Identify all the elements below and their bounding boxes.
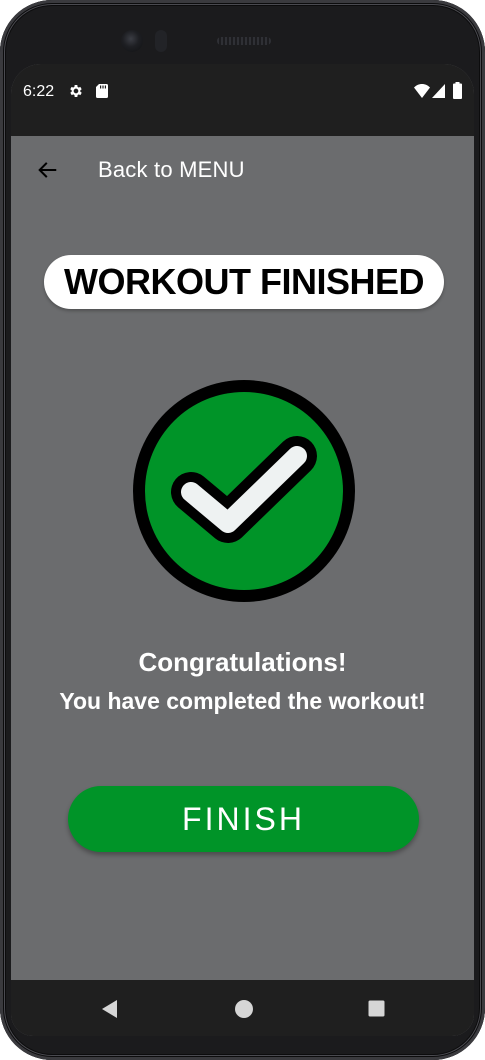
title-badge: WORKOUT FINISHED	[44, 255, 444, 309]
app-bar: Back to MENU	[11, 136, 474, 202]
earpiece-speaker	[217, 37, 271, 45]
proximity-sensor	[155, 30, 167, 52]
nav-home-icon[interactable]	[234, 999, 254, 1019]
nav-recents-icon[interactable]	[368, 1000, 385, 1017]
completion-message: You have completed the workout!	[59, 688, 426, 714]
back-button[interactable]	[29, 152, 65, 188]
sd-card-icon	[96, 84, 108, 98]
arrow-back-icon	[38, 162, 57, 178]
wifi-icon	[414, 84, 430, 98]
gear-icon	[70, 85, 82, 97]
signal-icon	[432, 84, 445, 98]
nav-back-icon[interactable]	[99, 998, 121, 1020]
status-bar: 6:22	[11, 64, 474, 136]
system-nav-bar	[11, 980, 474, 1036]
status-time: 6:22	[23, 83, 55, 100]
page-title: WORKOUT FINISHED	[64, 261, 424, 302]
back-to-menu-label[interactable]: Back to MENU	[98, 157, 245, 183]
congrats-heading: Congratulations!	[138, 647, 347, 677]
screen: 6:22 Back to MENU WORKOUT FINISHED Congr…	[11, 64, 474, 1036]
front-camera	[121, 30, 143, 52]
battery-icon	[453, 82, 462, 99]
finish-button[interactable]: FINISH	[68, 786, 419, 852]
check-circle-icon	[133, 380, 355, 602]
finish-button-label: FINISH	[182, 801, 305, 837]
phone-frame: 6:22 Back to MENU WORKOUT FINISHED Congr…	[0, 0, 485, 1060]
